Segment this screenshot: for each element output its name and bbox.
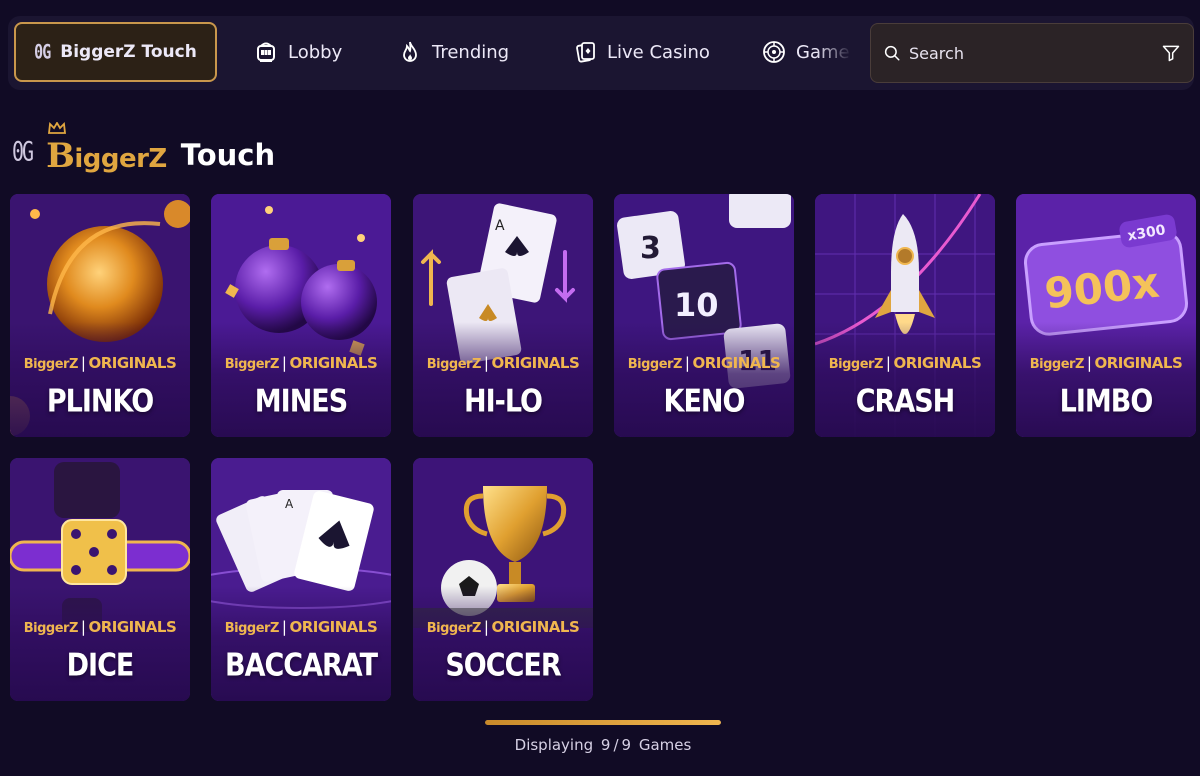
card-gradient — [1016, 322, 1196, 437]
top-navigation: 0G BiggerZ Touch Lobby Trending Live Cas… — [8, 16, 1194, 90]
originals-badge: BiggerZ | ORIGINALS — [828, 354, 982, 372]
svg-text:A: A — [495, 218, 505, 234]
display-prefix: Displaying — [514, 736, 594, 754]
game-title: MINES — [254, 383, 348, 420]
game-card-keno[interactable]: 3 10 11 BiggerZ|ORIGINALS KENO — [614, 194, 794, 437]
game-card-crash[interactable]: BiggerZ | ORIGINALS CRASH — [815, 194, 995, 437]
svg-text:A: A — [285, 497, 294, 511]
game-title: SOCCER — [445, 647, 561, 684]
nav-tab-label: Lobby — [288, 41, 343, 63]
display-separator: / — [613, 736, 619, 754]
nav-tab-live-casino[interactable]: Live Casino — [573, 22, 710, 82]
game-title: KENO — [663, 383, 746, 420]
nav-tab-games[interactable]: Game — [762, 22, 852, 82]
flame-icon — [403, 41, 417, 62]
game-card-soccer[interactable]: BiggerZ | ORIGINALS SOCCER — [413, 458, 593, 701]
originals-badge: BiggerZ | ORIGINALS — [224, 618, 378, 636]
brand-rest: iggerZ — [74, 144, 167, 174]
nav-tab-label: Game — [796, 41, 850, 63]
game-card-limbo[interactable]: 900x x300 BiggerZ | ORIGINALS LIMBO — [1016, 194, 1196, 437]
game-card-baccarat[interactable]: A BiggerZ | ORIGINALS BACCARAT — [211, 458, 391, 701]
og-logo-icon: 0G — [12, 134, 34, 168]
originals-badge: BiggerZ | ORIGINALS — [426, 354, 580, 372]
originals-badge: BiggerZ | ORIGINALS — [23, 354, 177, 372]
search-input[interactable] — [909, 43, 1153, 63]
card-gradient — [815, 322, 995, 437]
roulette-icon — [763, 41, 785, 63]
cards-icon — [576, 42, 595, 63]
game-title: DICE — [66, 647, 135, 684]
game-title: BACCARAT — [224, 647, 378, 684]
card-gradient — [211, 586, 391, 701]
og-logo-icon: 0G — [34, 40, 51, 64]
display-count: Displaying 9/9 Games — [485, 736, 721, 754]
search-bar — [870, 23, 1194, 83]
display-suffix: Games — [638, 736, 692, 754]
originals-badge: BiggerZ | ORIGINALS — [426, 618, 580, 636]
nav-tab-label: Trending — [432, 41, 510, 63]
game-title: PLINKO — [46, 383, 154, 420]
games-progress-fill — [485, 720, 721, 725]
originals-badge: BiggerZ | ORIGINALS — [23, 618, 177, 636]
section-title: Touch — [180, 138, 276, 172]
brand-initial: B — [46, 136, 75, 176]
svg-text:10: 10 — [674, 286, 719, 324]
nav-tab-trending[interactable]: Trending — [398, 22, 509, 82]
card-gradient — [10, 586, 190, 701]
game-card-plinko[interactable]: BiggerZ | ORIGINALS PLINKO — [10, 194, 190, 437]
search-icon — [884, 45, 900, 61]
display-shown: 9 — [600, 736, 611, 754]
games-progress-bar — [485, 720, 721, 725]
game-card-hi-lo[interactable]: A BiggerZ | ORIGINALS HI-LO — [413, 194, 593, 437]
card-gradient — [614, 322, 794, 437]
card-gradient — [211, 322, 391, 437]
biggerz-logo: BiggerZ — [46, 122, 167, 176]
slot-machine-icon — [257, 42, 275, 62]
crown-icon — [48, 122, 67, 134]
filter-icon[interactable] — [1161, 43, 1181, 63]
svg-text:3: 3 — [640, 231, 661, 266]
game-title: LIMBO — [1059, 383, 1154, 420]
game-card-mines[interactable]: BiggerZ | ORIGINALS MINES — [211, 194, 391, 437]
game-card-dice[interactable]: BiggerZ | ORIGINALS DICE — [10, 458, 190, 701]
card-gradient — [10, 322, 190, 437]
originals-badge: BiggerZ | ORIGINALS — [627, 354, 781, 372]
game-title: HI-LO — [463, 383, 543, 420]
display-total: 9 — [621, 736, 632, 754]
originals-badge: BiggerZ | ORIGINALS — [1029, 354, 1183, 372]
card-gradient — [413, 322, 593, 437]
originals-badge: BiggerZ | ORIGINALS — [224, 354, 378, 372]
nav-tab-label: BiggerZ Touch — [60, 42, 197, 62]
section-heading: 0G BiggerZ Touch — [12, 122, 276, 178]
game-title: CRASH — [855, 383, 956, 420]
card-gradient — [413, 586, 593, 701]
nav-tab-label: Live Casino — [607, 41, 710, 63]
nav-tab-biggerz-touch[interactable]: 0G BiggerZ Touch — [14, 22, 217, 82]
nav-tab-lobby[interactable]: Lobby — [254, 22, 342, 82]
